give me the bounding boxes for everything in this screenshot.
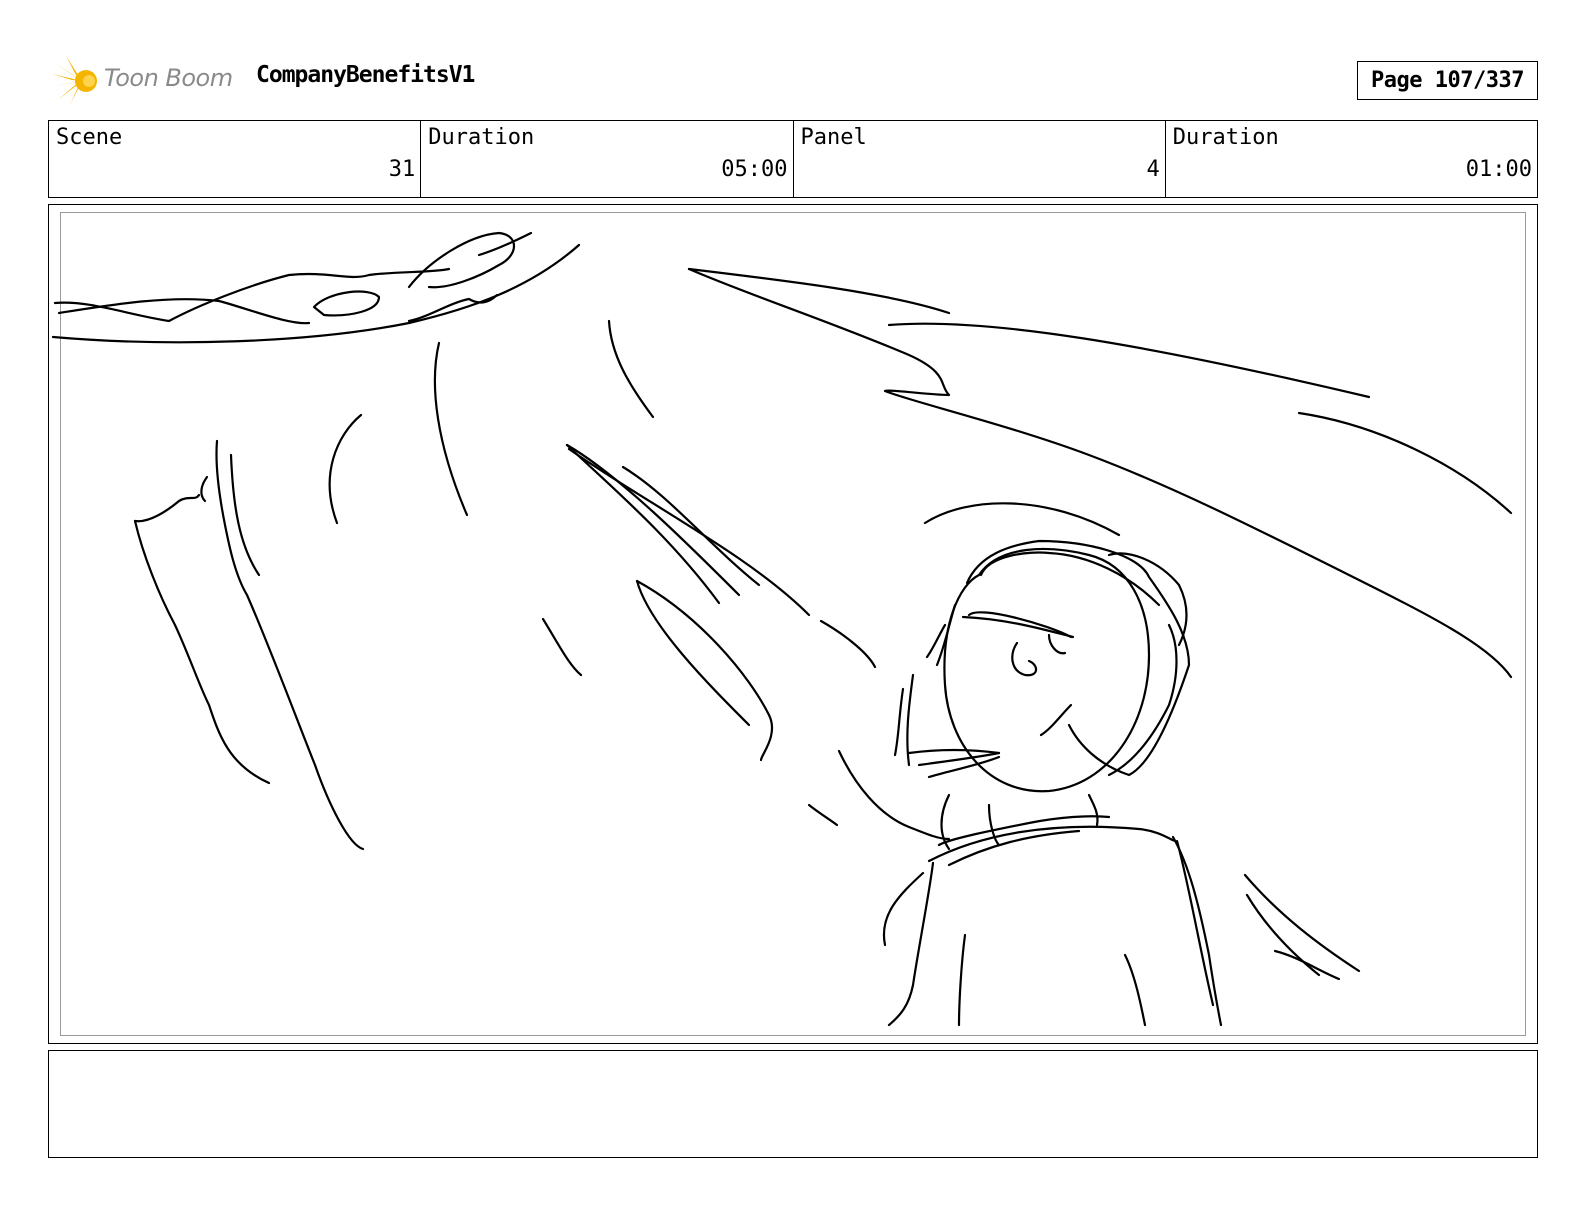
scene-label: Scene xyxy=(56,125,123,150)
panel-duration-cell: Duration 01:00 xyxy=(1166,121,1537,197)
star-burst-icon xyxy=(52,56,97,105)
panel-sketch-drawing xyxy=(51,231,1513,1027)
toon-boom-logo: Toon Boom xyxy=(52,56,242,106)
panel-cell: Panel 4 xyxy=(794,121,1166,197)
storyboard-panel xyxy=(48,204,1538,1044)
scene-duration-cell: Duration 05:00 xyxy=(421,121,794,197)
project-title: CompanyBenefitsV1 xyxy=(256,62,475,88)
page-indicator: Page 107/337 xyxy=(1357,61,1538,100)
scene-duration-value: 05:00 xyxy=(721,157,788,182)
scene-value: 31 xyxy=(388,157,416,182)
scene-duration-label: Duration xyxy=(428,125,535,150)
panel-value: 4 xyxy=(1146,157,1160,182)
panel-label: Panel xyxy=(800,125,867,150)
logo-text: Toon Boom xyxy=(104,64,233,92)
panel-notes-box[interactable] xyxy=(48,1050,1538,1158)
panel-duration-label: Duration xyxy=(1172,125,1279,150)
panel-duration-value: 01:00 xyxy=(1465,157,1532,182)
scene-info-table: Scene 31 Duration 05:00 Panel 4 Duration… xyxy=(48,120,1538,198)
scene-cell: Scene 31 xyxy=(49,121,422,197)
